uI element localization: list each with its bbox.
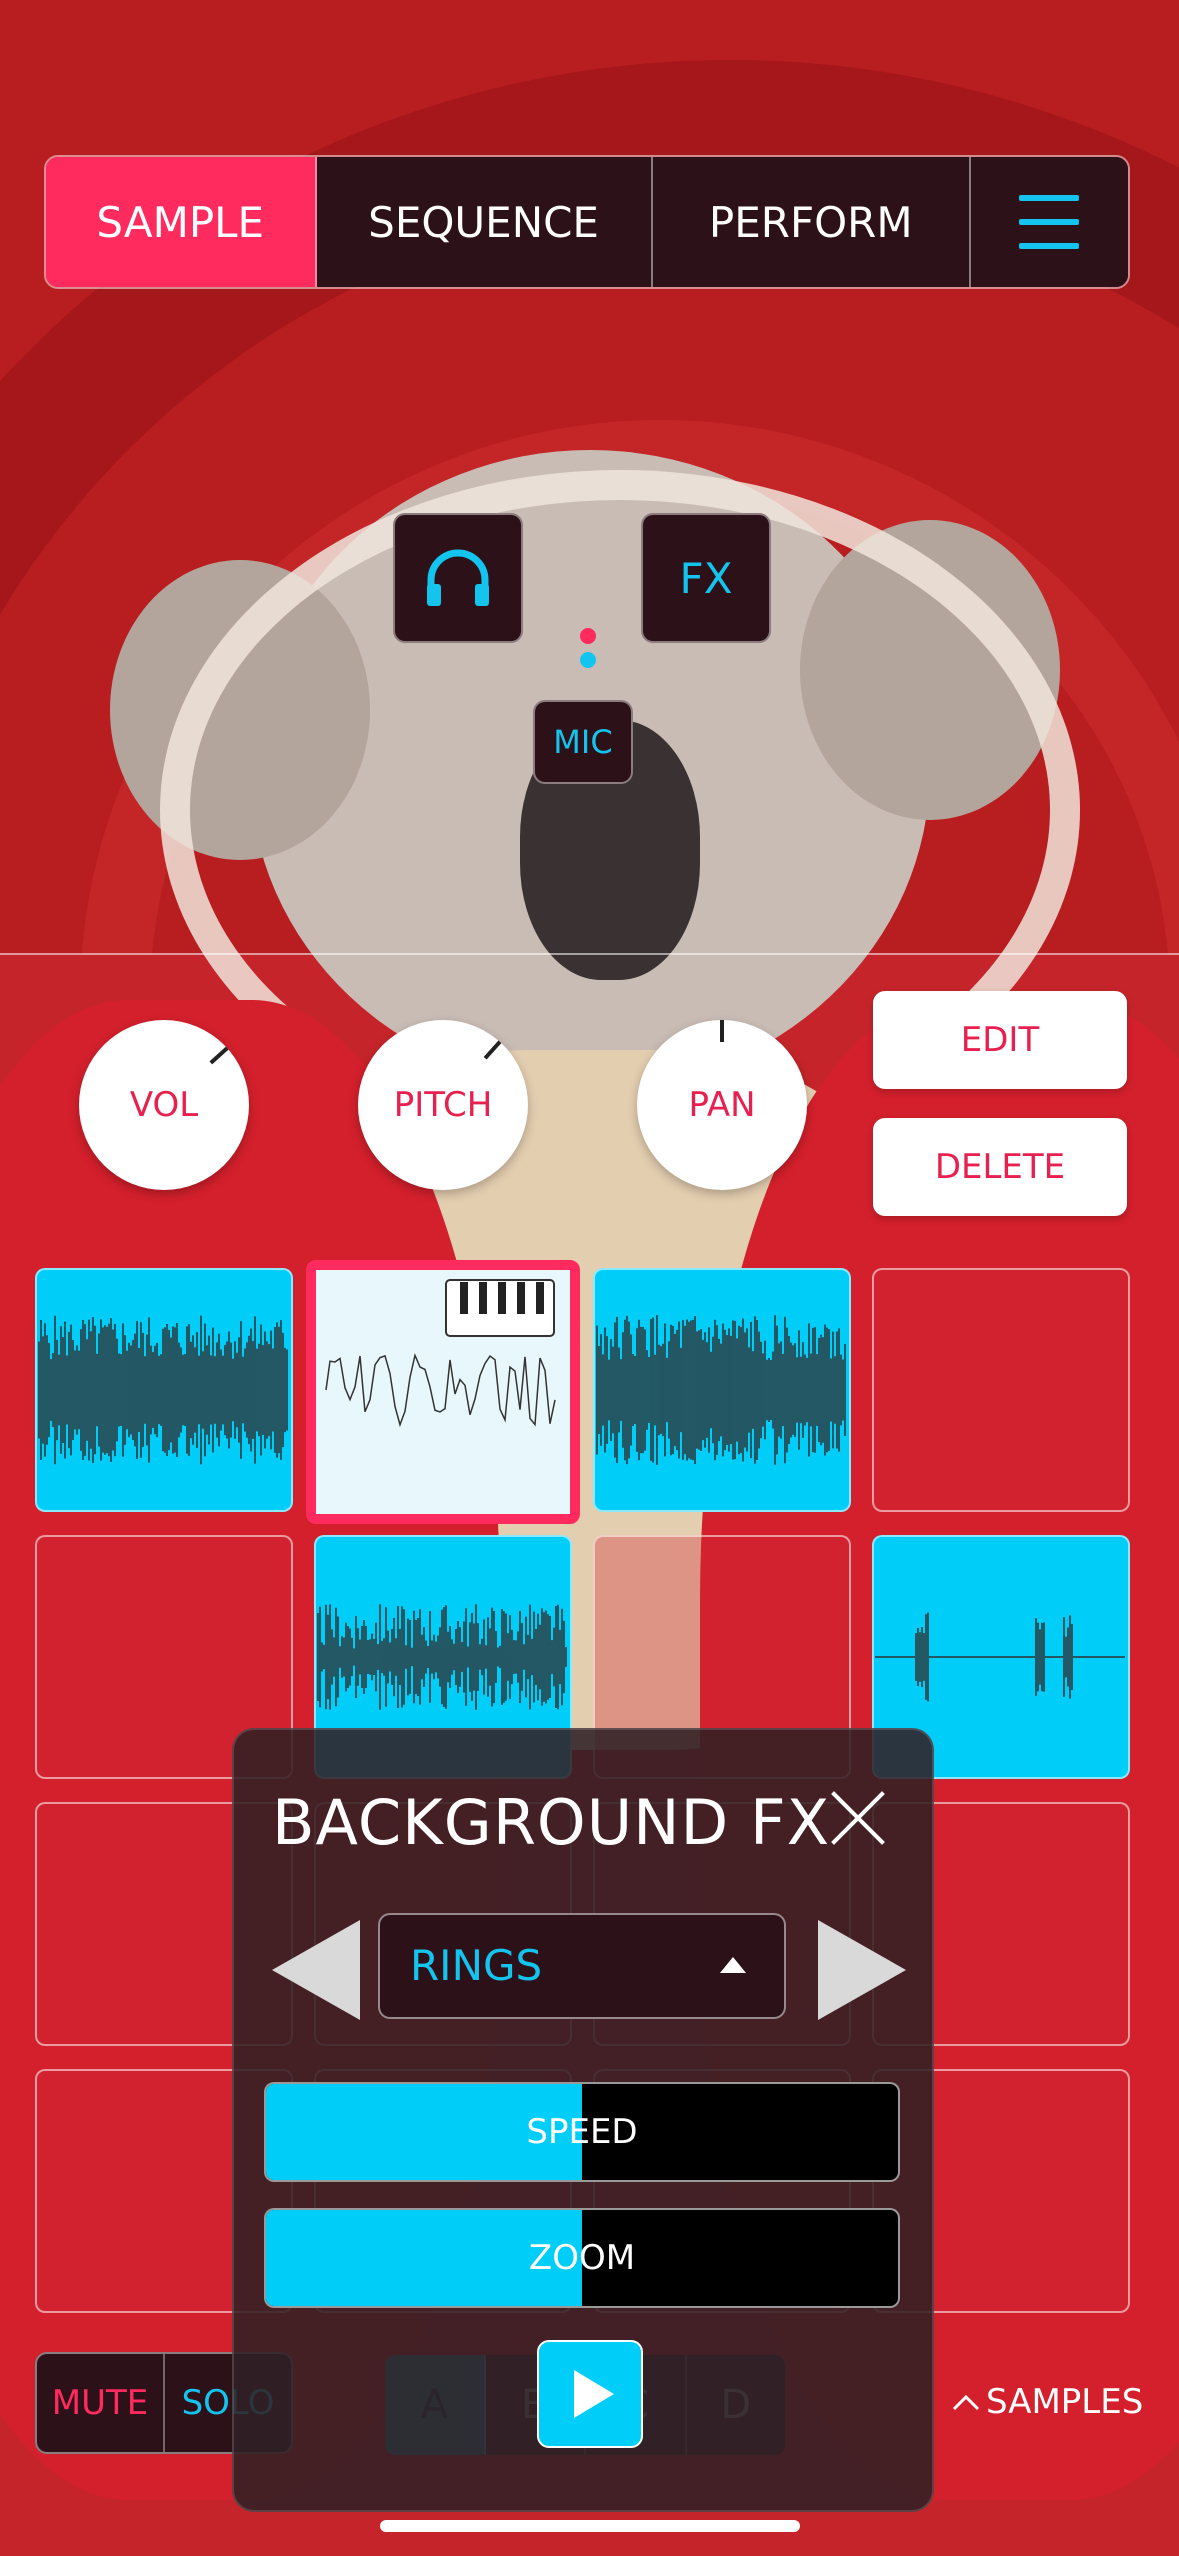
next-preset-arrow-icon[interactable]: [818, 1920, 906, 2020]
chevron-up-icon: [952, 2394, 980, 2411]
preset-value: RINGS: [410, 1941, 543, 1990]
knob-label: PITCH: [393, 1085, 493, 1125]
fx-preset-dropdown[interactable]: RINGS: [378, 1913, 786, 2019]
speed-slider[interactable]: SPEED: [264, 2082, 900, 2182]
pitch-knob[interactable]: PITCH: [358, 1020, 528, 1190]
status-dot-pink: [580, 628, 596, 644]
mute-button[interactable]: MUTE: [37, 2354, 165, 2452]
sample-pad[interactable]: [35, 1268, 293, 1512]
headphones-button[interactable]: [393, 513, 523, 643]
knob-indicator: [720, 1020, 724, 1042]
mode-tab-bar: SAMPLE SEQUENCE PERFORM: [44, 155, 1130, 289]
menu-button[interactable]: [970, 157, 1128, 287]
close-icon[interactable]: [828, 1788, 888, 1848]
fx-button[interactable]: FX: [641, 513, 771, 643]
slider-label: SPEED: [526, 2112, 638, 2152]
play-icon: [574, 2370, 614, 2418]
piano-icon: [445, 1279, 555, 1337]
tab-sequence[interactable]: SEQUENCE: [316, 157, 653, 287]
knob-indicator: [483, 1040, 502, 1060]
delete-button[interactable]: DELETE: [873, 1118, 1127, 1216]
previous-preset-arrow-icon[interactable]: [272, 1920, 360, 2020]
panel-title: BACKGROUND FX: [272, 1786, 831, 1859]
headphones-icon: [427, 549, 489, 606]
knob-label: VOL: [129, 1085, 199, 1125]
knob-label: PAN: [688, 1085, 756, 1125]
sample-pad[interactable]: [593, 1268, 851, 1512]
sample-pad[interactable]: [872, 1268, 1130, 1512]
slider-label: ZOOM: [528, 2238, 636, 2278]
caret-up-icon: [720, 1957, 746, 1973]
sample-pad[interactable]: [306, 1260, 580, 1524]
hamburger-icon: [1019, 195, 1080, 249]
waveform: [596, 1315, 846, 1465]
samples-toggle[interactable]: SAMPLES: [952, 2382, 1143, 2422]
tab-perform[interactable]: PERFORM: [652, 157, 971, 287]
volume-knob[interactable]: VOL: [79, 1020, 249, 1190]
waveform: [325, 1279, 556, 1428]
tab-sample[interactable]: SAMPLE: [46, 157, 317, 287]
home-indicator: [380, 2520, 800, 2532]
zoom-slider[interactable]: ZOOM: [264, 2208, 900, 2308]
mic-button[interactable]: MIC: [533, 700, 633, 784]
knob-indicator: [209, 1046, 229, 1065]
edit-button[interactable]: EDIT: [873, 991, 1127, 1089]
pan-knob[interactable]: PAN: [637, 1020, 807, 1190]
status-dot-cyan: [580, 652, 596, 668]
play-button[interactable]: [537, 2340, 643, 2448]
samples-label: SAMPLES: [986, 2382, 1144, 2422]
waveform: [38, 1315, 288, 1465]
